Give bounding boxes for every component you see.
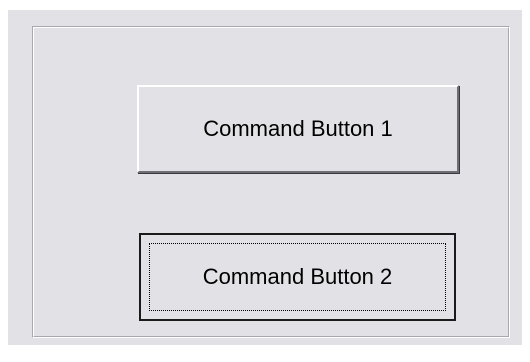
command-button-1-label: Command Button 1 [203, 116, 393, 141]
command-button-2-label: Command Button 2 [202, 264, 393, 289]
command-button-2[interactable]: Command Button 2 [139, 233, 456, 321]
form-window: Command Button 1 Command Button 2 [8, 10, 522, 345]
group-frame: Command Button 1 Command Button 2 [32, 26, 510, 338]
command-button-1[interactable]: Command Button 1 [137, 85, 459, 173]
